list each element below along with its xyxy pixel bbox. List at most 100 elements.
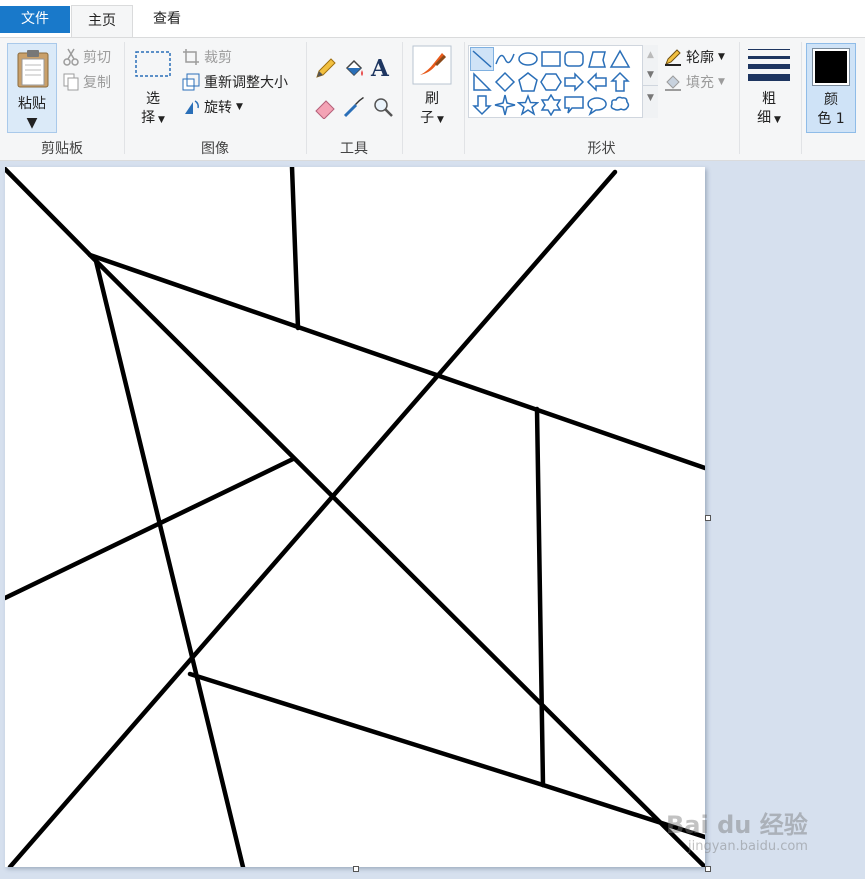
size-button[interactable]: 粗 细 ▼ <box>744 43 794 133</box>
brushes-label-line1: 刷 <box>425 91 439 107</box>
image-group-label: 图像 <box>201 141 229 157</box>
scroll-up-icon[interactable]: ▲ <box>643 45 658 65</box>
fill-label: 填充 <box>686 75 714 91</box>
color-picker-icon[interactable] <box>342 95 366 119</box>
copy-label: 复制 <box>83 75 111 91</box>
drawing-canvas[interactable] <box>2 164 708 870</box>
select-button[interactable]: 选 择 ▼ <box>132 46 174 130</box>
crop-button[interactable]: 裁剪 <box>182 47 232 67</box>
hexagon-shape-icon[interactable] <box>540 71 562 93</box>
resize-button[interactable]: 重新调整大小 <box>182 72 288 92</box>
group-divider <box>739 42 740 154</box>
fill-icon <box>665 75 681 91</box>
group-divider <box>402 42 403 154</box>
tools-group-label: 工具 <box>340 141 368 157</box>
rotate-icon <box>185 100 199 114</box>
crop-icon <box>183 49 199 65</box>
copy-icon <box>63 73 79 91</box>
rotate-button[interactable]: 旋转 ▼ <box>182 97 243 117</box>
outline-label: 轮廓 <box>686 50 714 66</box>
drawn-line <box>534 406 546 788</box>
resize-handle-corner[interactable] <box>705 866 711 872</box>
up-arrow-shape-icon[interactable] <box>609 71 631 93</box>
drawn-line <box>87 252 708 870</box>
rectangular-callout-shape-icon[interactable] <box>563 94 585 116</box>
triangle-shape-icon[interactable] <box>609 48 631 70</box>
six-point-star-shape-icon[interactable] <box>540 94 562 116</box>
resize-icon <box>182 73 200 91</box>
watermark-url: jingyan.baidu.com <box>688 839 808 854</box>
ribbon: 粘贴 ▼ 剪切 复制 剪贴板 选 择 ▼ 裁剪 重新调整大小 旋转 ▼ 图像 A… <box>0 37 865 161</box>
scissors-icon <box>63 48 79 66</box>
outline-brush-icon <box>665 49 681 66</box>
drawn-line <box>87 252 708 471</box>
line-width-icon <box>748 49 790 81</box>
shapes-gallery <box>468 45 658 118</box>
select-label-line1: 选 <box>146 91 160 107</box>
baidu-watermark: Bai du 经验 jingyan.baidu.com <box>660 783 820 863</box>
brush-icon <box>412 45 452 85</box>
clipboard-group-label: 剪贴板 <box>41 141 83 157</box>
resize-handle-bottom[interactable] <box>353 866 359 872</box>
paste-label: 粘贴 <box>18 96 46 112</box>
down-arrow-shape-icon[interactable] <box>471 94 493 116</box>
color1-swatch <box>812 48 850 86</box>
cut-label: 剪切 <box>83 50 111 66</box>
pencil-icon[interactable] <box>313 57 337 81</box>
polygon-shape-icon[interactable] <box>586 48 608 70</box>
resize-label: 重新调整大小 <box>204 75 288 91</box>
copy-button[interactable]: 复制 <box>63 72 111 92</box>
shapes-scrollbar[interactable]: ▲ ▼ ▼ <box>642 45 658 118</box>
paste-dropdown-icon[interactable]: ▼ <box>8 114 56 133</box>
paste-button[interactable]: 粘贴 ▼ <box>7 43 57 133</box>
scroll-down-icon[interactable]: ▼ <box>643 65 658 85</box>
rounded-rectangle-shape-icon[interactable] <box>563 48 585 70</box>
ribbon-tab-bar: 文件 主页 查看 <box>0 0 865 38</box>
text-tool-icon[interactable]: A <box>371 55 389 82</box>
brushes-label-line2: 子 ▼ <box>420 110 444 126</box>
outline-button[interactable]: 轮廓 ▼ <box>664 47 725 67</box>
size-label-line1: 粗 <box>762 91 776 107</box>
right-arrow-shape-icon[interactable] <box>563 71 585 93</box>
oval-shape-icon[interactable] <box>517 48 539 70</box>
eraser-icon[interactable] <box>313 95 337 119</box>
drawn-line <box>2 166 93 258</box>
group-divider <box>801 42 802 154</box>
crop-label: 裁剪 <box>204 50 232 66</box>
drawn-line <box>289 164 301 331</box>
magnifier-icon[interactable] <box>371 95 395 119</box>
cloud-callout-shape-icon[interactable] <box>609 94 631 116</box>
line-shape-icon[interactable] <box>470 47 494 71</box>
left-arrow-shape-icon[interactable] <box>586 71 608 93</box>
pentagon-shape-icon[interactable] <box>517 71 539 93</box>
tab-home[interactable]: 主页 <box>71 5 133 38</box>
scroll-more-icon[interactable]: ▼ <box>643 85 658 110</box>
fill-bucket-icon[interactable] <box>342 57 366 81</box>
tab-view[interactable]: 查看 <box>140 6 194 33</box>
watermark-brand: Bai du 经验 <box>666 811 808 839</box>
color1-label-line2: 色 1 <box>817 111 845 127</box>
color1-button[interactable]: 颜 色 1 <box>806 43 856 133</box>
size-label-line2: 细 ▼ <box>757 110 781 126</box>
five-point-star-shape-icon[interactable] <box>517 94 539 116</box>
rectangle-shape-icon[interactable] <box>540 48 562 70</box>
drawn-line <box>92 254 246 870</box>
select-label-line2: 择 ▼ <box>141 110 165 126</box>
drawn-line <box>187 671 546 788</box>
right-triangle-shape-icon[interactable] <box>471 71 493 93</box>
diamond-shape-icon[interactable] <box>494 71 516 93</box>
canvas-drawing <box>2 164 708 870</box>
brushes-button[interactable]: 刷 子 ▼ <box>409 43 455 133</box>
select-rectangle-icon <box>135 51 171 77</box>
cut-button[interactable]: 剪切 <box>63 47 111 67</box>
shapes-group-label: 形状 <box>587 141 616 157</box>
color1-label-line1: 颜 <box>824 92 838 108</box>
rotate-label: 旋转 <box>204 100 232 116</box>
fill-button[interactable]: 填充 ▼ <box>664 72 725 92</box>
curve-shape-icon[interactable] <box>494 48 516 70</box>
oval-callout-shape-icon[interactable] <box>586 94 608 116</box>
clipboard-icon <box>17 50 49 88</box>
tab-file[interactable]: 文件 <box>0 6 70 33</box>
four-point-star-shape-icon[interactable] <box>494 94 516 116</box>
resize-handle-right[interactable] <box>705 515 711 521</box>
